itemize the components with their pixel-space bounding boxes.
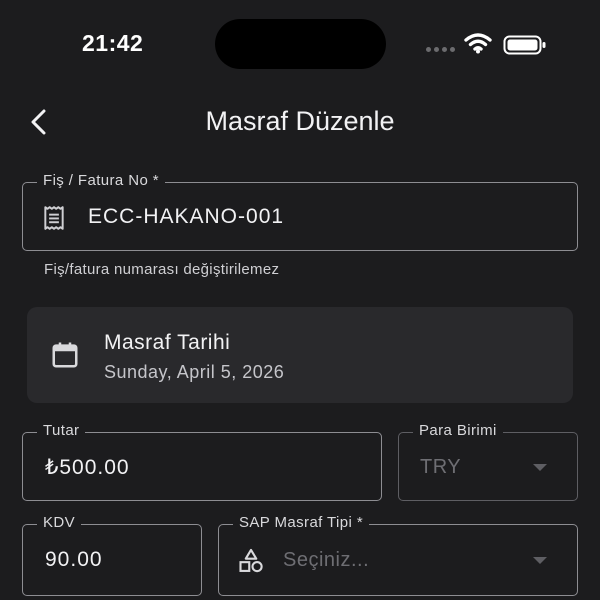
- status-time: 21:42: [82, 30, 144, 56]
- currency-value: TRY: [420, 456, 462, 478]
- vat-label: KDV: [37, 514, 82, 531]
- sap-expense-type-placeholder: Seçiniz...: [283, 549, 370, 571]
- calendar-icon: [52, 342, 78, 368]
- expense-date-label: Masraf Tarihi: [104, 331, 231, 354]
- amount-field[interactable]: Tutar ₺500.00: [22, 422, 382, 501]
- currency-select[interactable]: Para Birimi TRY: [398, 422, 578, 501]
- wifi-icon: [464, 33, 492, 54]
- sap-expense-type-select[interactable]: SAP Masraf Tipi * Seçiniz...: [218, 514, 578, 596]
- amount-value: ₺500.00: [45, 456, 130, 479]
- receipt-number-value: ECC-HAKANO-001: [88, 205, 285, 228]
- receipt-number-label: Fiş / Fatura No *: [37, 172, 165, 189]
- battery-icon: [503, 35, 546, 55]
- shapes-icon: [239, 548, 263, 573]
- chevron-down-icon: [533, 557, 547, 564]
- expense-date-value: Sunday, April 5, 2026: [104, 362, 285, 382]
- receipt-icon: [44, 206, 64, 230]
- navigation-bar: Masraf Düzenle: [0, 95, 600, 151]
- page-title: Masraf Düzenle: [205, 106, 395, 136]
- cellular-signal-icon: [426, 47, 455, 52]
- status-bar: 21:42: [0, 0, 600, 90]
- vat-field[interactable]: KDV 90.00: [22, 514, 202, 596]
- chevron-down-icon: [533, 464, 547, 471]
- dynamic-island: [215, 19, 386, 69]
- receipt-helper-text: Fiş/fatura numarası değiştirilemez: [44, 261, 280, 278]
- amount-label: Tutar: [37, 422, 86, 439]
- sap-expense-type-label: SAP Masraf Tipi *: [233, 514, 370, 531]
- expense-date-picker[interactable]: Masraf Tarihi Sunday, April 5, 2026: [27, 307, 573, 403]
- vat-value: 90.00: [45, 548, 103, 571]
- currency-label: Para Birimi: [413, 422, 503, 439]
- receipt-number-field[interactable]: Fiş / Fatura No * ECC-HAKANO-001: [22, 172, 578, 251]
